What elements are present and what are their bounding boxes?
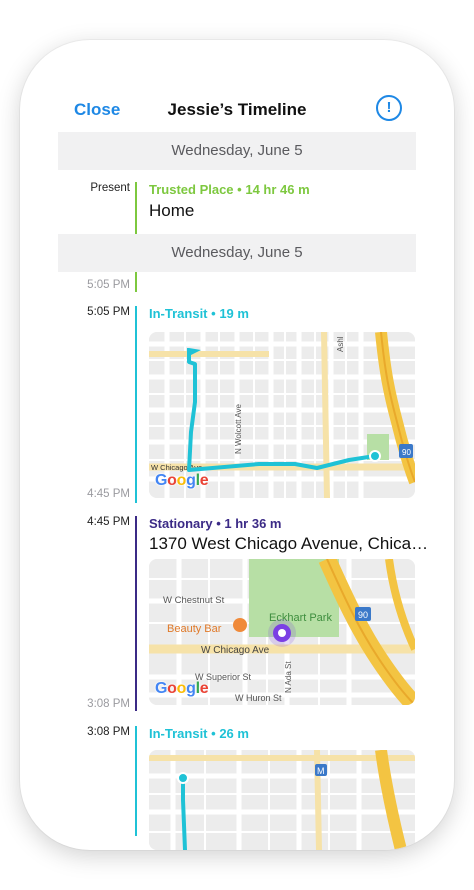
- location-map[interactable]: 90 W Chestnut St Eckhart Park Beauty Bar…: [149, 559, 415, 705]
- entry-tag-stationary: Stationary • 1 hr 36 m: [149, 516, 281, 531]
- route-map[interactable]: M: [149, 750, 415, 850]
- map-label: Ashl: [336, 336, 345, 352]
- separator-dot: •: [216, 516, 221, 531]
- tag-duration: 1 hr 36 m: [224, 516, 282, 531]
- route-map[interactable]: 90 N Wolcott Ave Ashl W Chicago Ave Goog…: [149, 332, 415, 498]
- poi-icon: [233, 618, 247, 632]
- map-label: 90: [402, 448, 411, 457]
- entry-end-time: 3:08 PM: [87, 698, 130, 710]
- entry-place-name[interactable]: Home: [149, 201, 194, 221]
- map-label: M: [317, 766, 325, 776]
- timeline-line-transit: [135, 726, 137, 836]
- timeline-screen: Close Jessie’s Timeline ! Wednesday, Jun…: [40, 40, 434, 850]
- date-header: Wednesday, June 5: [58, 132, 416, 170]
- tag-duration: 26 m: [219, 726, 249, 741]
- phone-frame: Close Jessie’s Timeline ! Wednesday, Jun…: [20, 40, 454, 850]
- timeline-line-stationary: [135, 516, 137, 711]
- tag-label: Trusted Place: [149, 182, 234, 197]
- timeline-line-transit: [135, 306, 137, 503]
- entry-tag-transit: In-Transit • 26 m: [149, 726, 249, 741]
- info-icon[interactable]: !: [376, 95, 402, 121]
- map-label: Beauty Bar: [167, 623, 222, 635]
- separator-dot: •: [237, 182, 242, 197]
- entry-start-time: 5:05 PM: [87, 306, 130, 318]
- tag-duration: 14 hr 46 m: [245, 182, 310, 197]
- entry-end-time: 4:45 PM: [87, 488, 130, 500]
- entry-start-time: Present: [90, 182, 130, 194]
- google-logo: Google: [155, 680, 209, 697]
- tag-label: Stationary: [149, 516, 213, 531]
- map-label: W Chestnut St: [163, 595, 225, 606]
- entry-tag-trusted: Trusted Place • 14 hr 46 m: [149, 182, 310, 197]
- start-point-icon: [177, 772, 189, 784]
- date-header: Wednesday, June 5: [58, 234, 416, 272]
- location-marker-icon: [268, 619, 296, 647]
- route-map-graphic: M: [149, 750, 415, 850]
- page-title: Jessie’s Timeline: [167, 100, 307, 119]
- google-logo: Google: [155, 472, 209, 489]
- entry-place-name[interactable]: 1370 West Chicago Avenue, Chica…: [149, 534, 428, 554]
- entry-start-time: 4:45 PM: [87, 516, 130, 528]
- map-label: N Wolcott Ave: [234, 404, 243, 455]
- map-label: 90: [358, 610, 368, 620]
- separator-dot: •: [211, 726, 216, 741]
- tag-label: In-Transit: [149, 726, 208, 741]
- entry-tag-transit: In-Transit • 19 m: [149, 306, 249, 321]
- end-point-icon: [369, 450, 381, 462]
- separator-dot: •: [211, 306, 216, 321]
- map-label: N Ada St: [284, 661, 293, 693]
- tag-duration: 19 m: [219, 306, 249, 321]
- entry-end-time: 5:05 PM: [87, 279, 130, 291]
- tag-label: In-Transit: [149, 306, 208, 321]
- nav-header: Close Jessie’s Timeline !: [40, 88, 434, 128]
- map-label: W Huron St: [235, 693, 282, 703]
- map-label: W Chicago Ave: [201, 645, 270, 656]
- entry-start-time: 3:08 PM: [87, 726, 130, 738]
